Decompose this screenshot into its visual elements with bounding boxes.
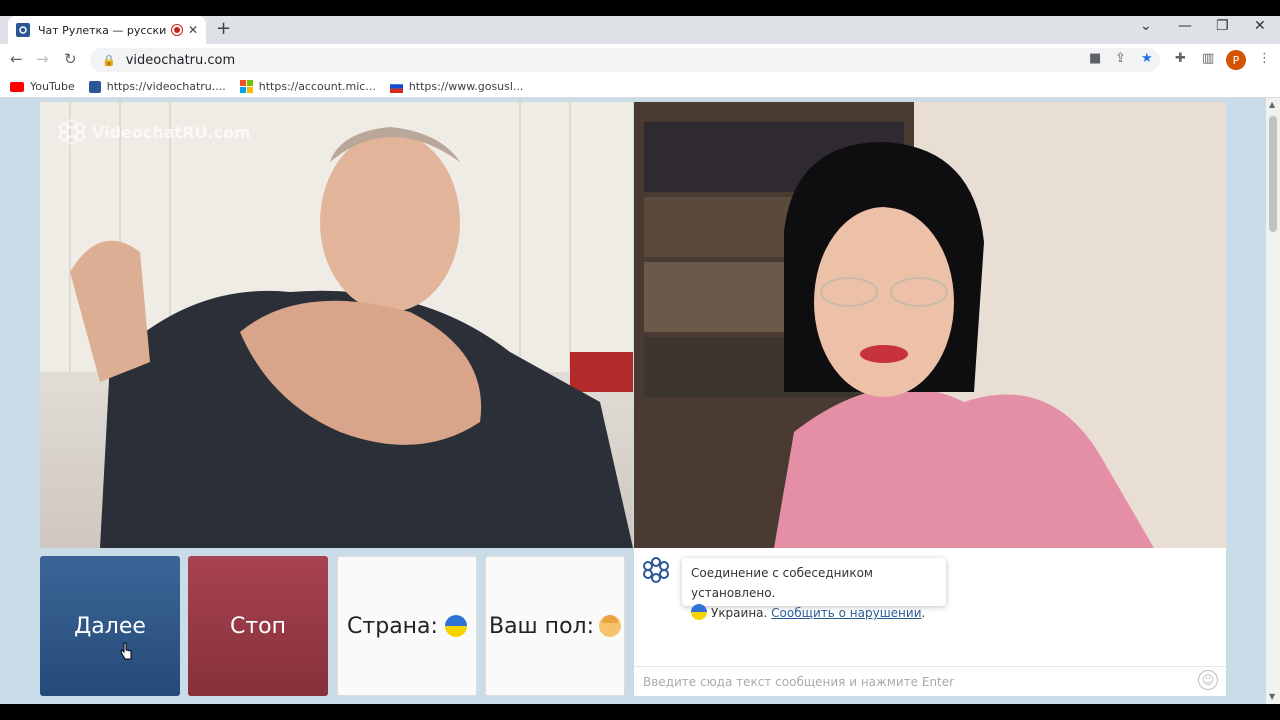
extensions-icon[interactable]: ✚ (1175, 51, 1186, 66)
emoji-icon[interactable]: ☺ (1198, 670, 1218, 690)
stop-button[interactable]: Стоп (188, 556, 328, 696)
bookmark-gosuslugi[interactable]: https://www.gosusl... (389, 80, 524, 93)
gosuslugi-icon (389, 80, 403, 93)
next-button[interactable]: Далее (40, 556, 180, 696)
scroll-thumb[interactable] (1269, 116, 1277, 232)
menu-icon[interactable]: ⋮ (1258, 51, 1271, 66)
report-link[interactable]: Сообщить о нарушении (771, 606, 921, 620)
remote-video (634, 102, 1226, 548)
country-label: Страна: (347, 613, 438, 639)
connection-status: Соединение с собеседником установлено. (691, 566, 873, 600)
bookmark-star-icon[interactable]: ★ (1141, 51, 1153, 66)
back-button[interactable]: ← (10, 50, 23, 68)
partner-country: Украина. (711, 606, 768, 620)
scroll-up-icon[interactable]: ▲ (1269, 100, 1275, 109)
scroll-down-icon[interactable]: ▼ (1269, 692, 1275, 701)
watermark-text: VideochatRU.com (92, 122, 251, 142)
ukraine-flag-icon (691, 604, 707, 620)
page-content: VideochatRU.com Далее Стоп Страна: Ваш п… (0, 98, 1266, 704)
tab-strip: Чат Рулетка — русский вид ✕ + ⌄ — ❐ ✕ (0, 16, 1280, 44)
bookmark-label: https://videochatru.... (106, 80, 226, 93)
microsoft-icon (239, 80, 253, 93)
screen: Чат Рулетка — русский вид ✕ + ⌄ — ❐ ✕ ← … (0, 0, 1280, 720)
bookmark-videochat[interactable]: https://videochatru.... (88, 80, 226, 93)
profile-avatar[interactable]: P (1226, 50, 1246, 70)
country-select-button[interactable]: Страна: (337, 556, 477, 696)
browser-tab[interactable]: Чат Рулетка — русский вид ✕ (8, 16, 206, 44)
female-face-icon (599, 615, 621, 637)
youtube-icon (10, 81, 24, 92)
forward-button[interactable]: → (36, 50, 49, 68)
watermark-logo-icon (59, 119, 85, 145)
browser-toolbar: ← → ↻ 🔒 videochatru.com ■ ⇪ ★ ✚ ▥ P ⋮ (0, 44, 1280, 76)
tab-close-icon[interactable]: ✕ (188, 23, 198, 37)
hand-cursor-icon (120, 642, 132, 660)
message-input[interactable]: Введите сюда текст сообщения и нажмите E… (634, 666, 1226, 696)
minimize-button[interactable]: — (1178, 18, 1192, 34)
partner-info: Украина. Сообщить о нарушении. (691, 603, 937, 623)
videochat-favicon-icon (16, 23, 30, 37)
lock-icon: 🔒 (102, 53, 116, 67)
reload-button[interactable]: ↻ (64, 50, 77, 68)
url-text: videochatru.com (125, 52, 236, 68)
site-watermark: VideochatRU.com (58, 118, 251, 146)
gender-select-button[interactable]: Ваш пол: (485, 556, 625, 696)
new-tab-button[interactable]: + (216, 18, 231, 39)
bookmarks-bar: YouTube https://videochatru.... https://… (0, 76, 1280, 98)
bookmark-label: YouTube (30, 80, 75, 93)
videochat-icon (88, 80, 101, 93)
restore-button[interactable]: ❐ (1216, 18, 1229, 34)
bookmark-youtube[interactable]: YouTube (10, 80, 75, 93)
share-icon[interactable]: ⇪ (1115, 51, 1126, 66)
gender-label: Ваш пол: (488, 613, 594, 639)
chat-panel: Соединение с собеседником установлено. У… (634, 548, 1226, 696)
side-panel-icon[interactable]: ▥ (1202, 51, 1214, 66)
tab-title: Чат Рулетка — русский вид (38, 23, 166, 37)
report-period: . (921, 606, 926, 620)
local-video-frame (40, 102, 633, 548)
close-window-button[interactable]: ✕ (1254, 18, 1266, 34)
address-bar[interactable]: 🔒 videochatru.com (90, 48, 1160, 72)
stop-button-label: Стоп (229, 613, 287, 639)
bookmark-label: https://www.gosusl... (408, 80, 524, 93)
recording-icon (171, 25, 182, 35)
chat-logo-icon (643, 557, 669, 583)
bookmark-microsoft[interactable]: https://account.mic... (239, 80, 376, 93)
bookmark-label: https://account.mic... (258, 80, 376, 93)
camera-icon[interactable]: ■ (1089, 51, 1101, 66)
ukraine-flag-icon (444, 615, 467, 637)
next-button-label: Далее (74, 613, 146, 639)
remote-video-frame (634, 102, 1226, 548)
tab-search-icon[interactable]: ⌄ (1140, 18, 1152, 34)
local-video: VideochatRU.com (40, 102, 633, 548)
page-scrollbar[interactable]: ▲ ▼ (1266, 98, 1280, 704)
system-message: Соединение с собеседником установлено. У… (682, 558, 946, 620)
